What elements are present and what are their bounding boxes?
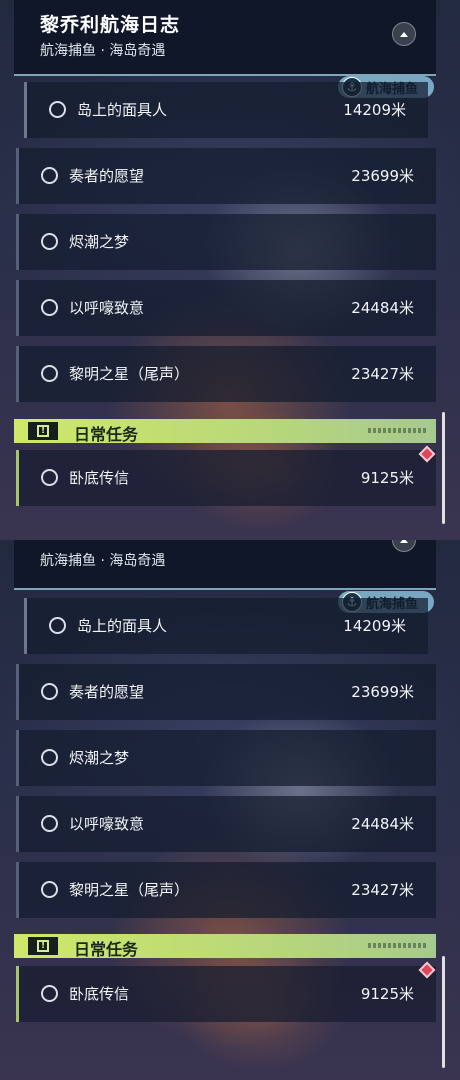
quest-radio-icon[interactable]: [41, 881, 58, 898]
quest-radio-icon[interactable]: [41, 749, 58, 766]
quest-distance: 14209米: [343, 617, 406, 635]
scrollbar[interactable]: [442, 956, 445, 1068]
quest-log-subtitle: 航海捕鱼 · 海岛奇遇: [40, 553, 166, 569]
quest-radio-icon[interactable]: [41, 365, 58, 382]
daily-header-decoration: [368, 943, 426, 948]
quest-item[interactable]: 以呼嚎致意 24484米: [16, 280, 436, 336]
quest-distance: 9125米: [360, 469, 414, 487]
daily-header-decoration: [368, 428, 426, 433]
quest-radio-icon[interactable]: [41, 815, 58, 832]
exclamation-icon: !: [28, 422, 58, 440]
quest-radio-icon[interactable]: [49, 617, 66, 634]
quest-name: 黎明之星（尾声）: [69, 365, 190, 383]
quest-radio-icon[interactable]: [41, 299, 58, 316]
quest-distance: 14209米: [343, 101, 406, 119]
quest-name: 烬潮之梦: [69, 233, 130, 251]
quest-item[interactable]: 以呼嚎致意 24484米: [16, 796, 436, 852]
quest-radio-icon[interactable]: [41, 469, 58, 486]
quest-item[interactable]: 烬潮之梦: [16, 214, 436, 270]
quest-radio-icon[interactable]: [41, 233, 58, 250]
quest-log-subtitle: 航海捕鱼 · 海岛奇遇: [40, 43, 166, 59]
quest-name: 以呼嚎致意: [69, 299, 145, 317]
collapse-button[interactable]: [392, 540, 416, 552]
quest-log-panel: 航海捕鱼 · 海岛奇遇 ⚓ 航海捕鱼 岛上的面具人 14209米 奏者的愿望 2…: [0, 540, 460, 1080]
quest-radio-icon[interactable]: [49, 101, 66, 118]
quest-item[interactable]: 奏者的愿望 23699米: [16, 148, 436, 204]
daily-tasks-title: 日常任务: [74, 425, 139, 444]
quest-item[interactable]: 岛上的面具人 14209米: [24, 82, 428, 138]
quest-radio-icon[interactable]: [41, 985, 58, 1002]
quest-distance: 23699米: [351, 167, 414, 185]
quest-item[interactable]: 岛上的面具人 14209米: [24, 598, 428, 654]
quest-name: 卧底传信: [69, 469, 130, 487]
quest-name: 岛上的面具人: [77, 617, 168, 635]
collapse-button[interactable]: [392, 22, 416, 46]
daily-tasks-header[interactable]: ! 日常任务: [14, 934, 436, 959]
quest-distance: 24484米: [351, 299, 414, 317]
quest-item[interactable]: 黎明之星（尾声） 23427米: [16, 862, 436, 918]
quest-distance: 23427米: [351, 881, 414, 899]
daily-tasks-title: 日常任务: [74, 940, 139, 959]
quest-name: 岛上的面具人: [77, 101, 168, 119]
quest-distance: 9125米: [360, 985, 414, 1003]
daily-quest-item[interactable]: 卧底传信 9125米: [16, 450, 436, 506]
quest-name: 奏者的愿望: [69, 167, 145, 185]
quest-distance: 23427米: [351, 365, 414, 383]
quest-name: 以呼嚎致意: [69, 815, 145, 833]
quest-radio-icon[interactable]: [41, 683, 58, 700]
quest-name: 卧底传信: [69, 985, 130, 1003]
daily-tasks-header[interactable]: ! 日常任务: [14, 419, 436, 444]
quest-item[interactable]: 奏者的愿望 23699米: [16, 664, 436, 720]
quest-log-panel: 黎乔利航海日志 航海捕鱼 · 海岛奇遇 ⚓ 航海捕鱼 岛上的面具人 14209米…: [0, 0, 460, 540]
quest-item[interactable]: 黎明之星（尾声） 23427米: [16, 346, 436, 402]
quest-name: 烬潮之梦: [69, 749, 130, 767]
quest-log-header[interactable]: 黎乔利航海日志 航海捕鱼 · 海岛奇遇: [14, 0, 436, 76]
chevron-up-icon: [400, 540, 408, 543]
exclamation-icon: !: [28, 937, 58, 955]
quest-name: 奏者的愿望: [69, 683, 145, 701]
quest-item[interactable]: 烬潮之梦: [16, 730, 436, 786]
daily-quest-item[interactable]: 卧底传信 9125米: [16, 966, 436, 1022]
quest-radio-icon[interactable]: [41, 167, 58, 184]
quest-distance: 24484米: [351, 815, 414, 833]
quest-distance: 23699米: [351, 683, 414, 701]
scrollbar[interactable]: [442, 412, 445, 524]
quest-log-header[interactable]: 航海捕鱼 · 海岛奇遇: [14, 540, 436, 590]
chevron-up-icon: [400, 31, 408, 37]
quest-name: 黎明之星（尾声）: [69, 881, 190, 899]
quest-log-title: 黎乔利航海日志: [40, 14, 181, 36]
